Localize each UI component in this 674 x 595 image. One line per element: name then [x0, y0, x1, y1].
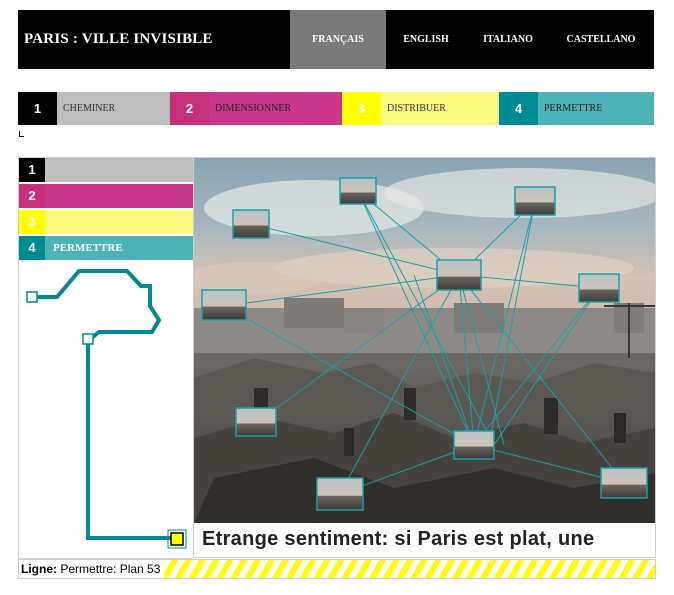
ligne-label: Ligne:	[21, 562, 57, 576]
step-label: DIMENSIONNER	[209, 92, 342, 125]
thumbnail-photo[interactable]	[436, 259, 482, 291]
thumbnail-photo[interactable]	[453, 430, 495, 460]
thumbnail-photo[interactable]	[600, 467, 648, 499]
route-node-current[interactable]	[170, 532, 184, 546]
corner-mark	[19, 131, 24, 137]
sidebar-step-number: 1	[19, 158, 45, 182]
step-label: PERMETTRE	[538, 92, 654, 125]
route-node[interactable]	[82, 333, 94, 345]
lang-english-link[interactable]: ENGLISH	[386, 10, 466, 69]
thumbnail-photo[interactable]	[514, 186, 556, 216]
step-number: 1	[18, 92, 57, 125]
sidebar-step-number: 4	[19, 236, 45, 260]
sidebar-step-3[interactable]: 3	[19, 210, 193, 234]
ligne-value: Permettre: Plan 53	[60, 562, 161, 576]
left-panel: 1 2 3 4 PERMETTRE	[18, 157, 193, 559]
lang-italiano-link[interactable]: ITALIANO	[466, 10, 550, 69]
sidebar-step-label	[45, 210, 193, 234]
thumbnail-photo[interactable]	[201, 289, 247, 321]
sidebar-step-label	[45, 158, 193, 182]
caption-box: Etrange sentiment: si Paris est plat, un…	[193, 523, 656, 558]
step-number: 3	[342, 92, 381, 125]
thumbnail-photo[interactable]	[339, 177, 377, 205]
sidebar-step-label: PERMETTRE	[45, 236, 193, 260]
sidebar-step-number: 3	[19, 210, 45, 234]
step-number: 4	[499, 92, 538, 125]
main-photo-view[interactable]	[193, 157, 656, 524]
route-node[interactable]	[26, 291, 38, 303]
step-number: 2	[170, 92, 209, 125]
step-navigation: 1 CHEMINER 2 DIMENSIONNER 3 DISTRIBUER 4…	[18, 92, 654, 125]
sidebar-step-label	[45, 184, 193, 208]
step-cheminer[interactable]: 1 CHEMINER	[18, 92, 170, 125]
caption-text: Etrange sentiment: si Paris est plat, un…	[202, 528, 595, 550]
step-label: CHEMINER	[57, 92, 170, 125]
route-line	[32, 269, 175, 540]
thumbnail-photo[interactable]	[578, 273, 620, 303]
lang-castellano-link[interactable]: CASTELLANO	[550, 10, 652, 69]
route-map	[26, 269, 187, 549]
ligne-status-bar: Ligne: Permettre: Plan 53	[18, 559, 656, 579]
site-title[interactable]: PARIS : VILLE INVISIBLE	[24, 10, 213, 69]
lang-francais-link[interactable]: FRANÇAIS	[290, 10, 386, 69]
thumbnail-photo[interactable]	[316, 477, 364, 511]
step-distribuer[interactable]: 3 DISTRIBUER	[342, 92, 499, 125]
thumbnail-photo[interactable]	[235, 407, 277, 437]
paris-rooftops-image	[194, 158, 655, 523]
site-header: PARIS : VILLE INVISIBLE FRANÇAIS ENGLISH…	[18, 10, 654, 69]
sidebar-step-4[interactable]: 4 PERMETTRE	[19, 236, 193, 260]
thumbnail-photo[interactable]	[232, 209, 270, 239]
ligne-info: Ligne: Permettre: Plan 53	[19, 560, 165, 578]
sidebar-step-2[interactable]: 2	[19, 184, 193, 208]
step-permettre[interactable]: 4 PERMETTRE	[499, 92, 654, 125]
sidebar-step-1[interactable]: 1	[19, 158, 193, 182]
step-dimensionner[interactable]: 2 DIMENSIONNER	[170, 92, 342, 125]
step-label: DISTRIBUER	[381, 92, 499, 125]
sidebar-step-number: 2	[19, 184, 45, 208]
